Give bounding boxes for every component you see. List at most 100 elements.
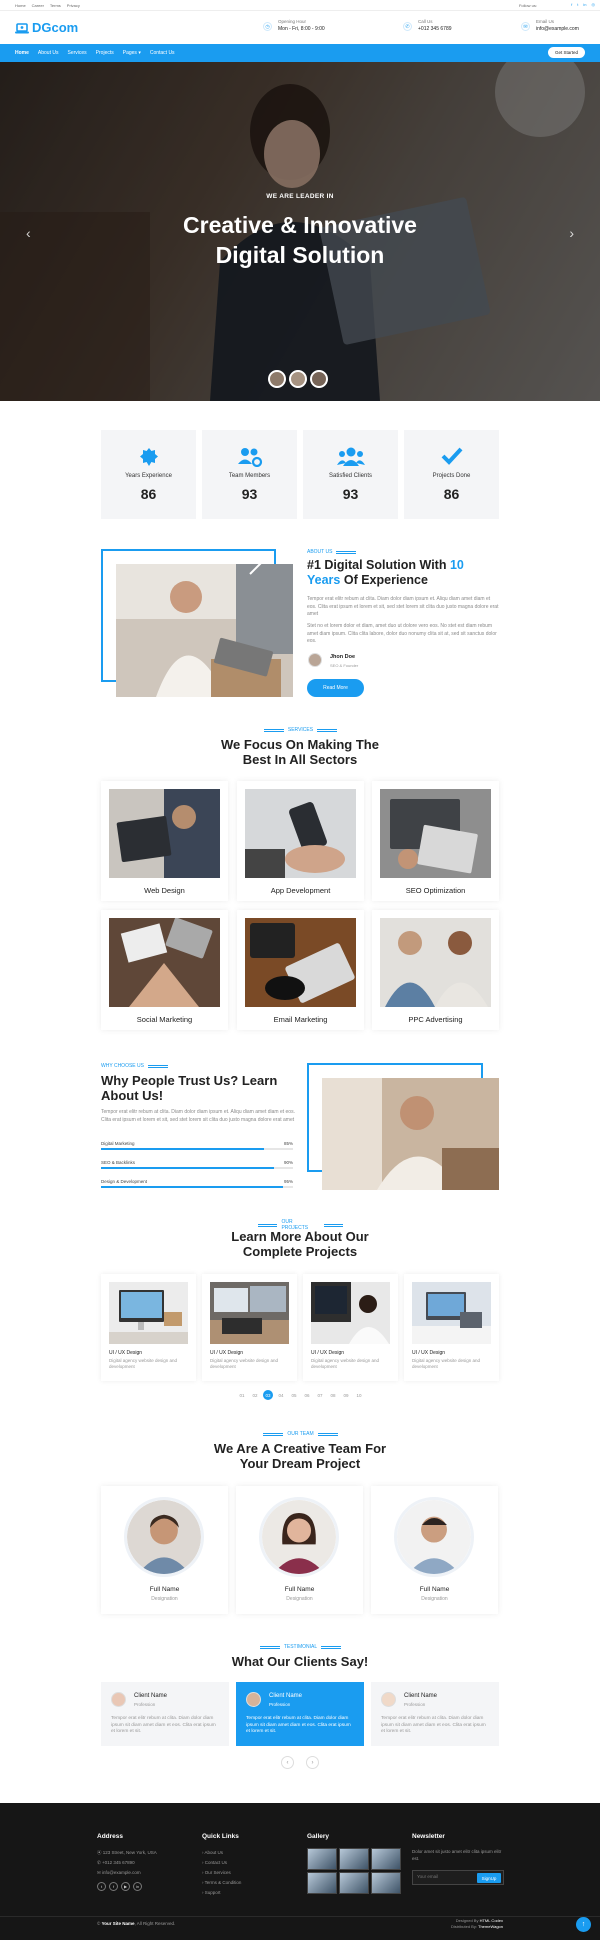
- page-button[interactable]: 08: [328, 1390, 338, 1400]
- top-link-terms[interactable]: Terms: [50, 3, 61, 8]
- nav-services[interactable]: Services: [67, 50, 86, 56]
- about-tag: ABOUT US: [307, 549, 357, 555]
- stat-card: Team Members 93: [202, 430, 297, 519]
- bar-label: Digital Marketing: [101, 1141, 135, 1146]
- team-card[interactable]: Full Name Designation: [371, 1486, 498, 1614]
- service-card[interactable]: Web Design: [101, 781, 228, 901]
- logo[interactable]: DGcom: [15, 20, 78, 35]
- gallery-thumb[interactable]: [371, 1872, 401, 1894]
- get-started-button[interactable]: Get Started: [547, 47, 585, 58]
- chevron-right-icon[interactable]: ›: [306, 1756, 319, 1769]
- footer-link[interactable]: › Support: [202, 1888, 241, 1898]
- project-card[interactable]: UI / UX Design Digital agency website de…: [404, 1274, 499, 1381]
- youtube-icon[interactable]: ▶: [121, 1882, 130, 1891]
- footer-link[interactable]: › Terms & Condition: [202, 1878, 241, 1888]
- footer-link[interactable]: › Our Services: [202, 1868, 241, 1878]
- progress-bar: SEO & Backlinks 90%: [101, 1160, 293, 1169]
- bar-value: 95%: [283, 1179, 293, 1184]
- carousel-thumb-1[interactable]: [268, 370, 286, 388]
- project-title: UI / UX Design: [311, 1350, 345, 1356]
- client-name: Client Name: [404, 1693, 438, 1699]
- phone-value[interactable]: +012 345 6789: [418, 26, 452, 32]
- nav-pages[interactable]: Pages ▾: [123, 50, 141, 56]
- site-name-link[interactable]: Your Site Name: [102, 1921, 135, 1926]
- nav-about[interactable]: About Us: [38, 50, 59, 56]
- page-button[interactable]: 02: [250, 1390, 260, 1400]
- service-card[interactable]: SEO Optimization: [372, 781, 499, 901]
- gallery-thumb[interactable]: [371, 1848, 401, 1870]
- facebook-icon[interactable]: f: [109, 1882, 118, 1891]
- client-avatar: [111, 1692, 126, 1707]
- signup-button[interactable]: SignUp: [477, 1873, 501, 1883]
- why-title-l2: About Us!: [101, 1088, 164, 1103]
- footer-link-text: Our Services: [204, 1870, 231, 1875]
- team-photo: [394, 1497, 474, 1577]
- team-photo: [259, 1497, 339, 1577]
- footer-link[interactable]: › About Us: [202, 1848, 241, 1858]
- instagram-icon[interactable]: ◎: [592, 2, 596, 7]
- page-button[interactable]: 09: [341, 1390, 351, 1400]
- footer-divider: [0, 1916, 600, 1917]
- gallery-thumb[interactable]: [307, 1872, 337, 1894]
- newsletter-email-input[interactable]: [417, 1874, 472, 1879]
- hero-subtitle: WE ARE LEADER IN: [266, 193, 334, 200]
- call-us: ✆ Call Us +012 345 6789: [403, 19, 452, 32]
- page-button-active[interactable]: 03: [263, 1390, 273, 1400]
- page-button[interactable]: 10: [354, 1390, 364, 1400]
- twitter-icon[interactable]: t: [577, 2, 578, 7]
- footer-gallery: Gallery: [307, 1833, 401, 1894]
- chevron-left-icon[interactable]: ‹: [26, 225, 31, 241]
- page-button[interactable]: 05: [289, 1390, 299, 1400]
- chevron-right-icon[interactable]: ›: [569, 225, 574, 241]
- team-card[interactable]: Full Name Designation: [236, 1486, 363, 1614]
- service-card[interactable]: Social Marketing: [101, 910, 228, 1030]
- project-card[interactable]: UI / UX Design Digital agency website de…: [202, 1274, 297, 1381]
- stat-value: 93: [241, 486, 258, 502]
- testimonial-card-active: Client Name Profession Tempor erat elitr…: [236, 1682, 364, 1746]
- about-tag-text: ABOUT US: [307, 549, 333, 555]
- service-card[interactable]: PPC Advertising: [372, 910, 499, 1030]
- gallery-thumb[interactable]: [339, 1848, 369, 1870]
- footer-newsletter: Newsletter Dolor amet sit justo amet eli…: [412, 1833, 507, 1885]
- stat-value: 93: [342, 486, 359, 502]
- facebook-icon[interactable]: f: [571, 2, 572, 7]
- page-button[interactable]: 06: [302, 1390, 312, 1400]
- service-image: [109, 918, 220, 1007]
- project-card[interactable]: UI / UX Design Digital agency website de…: [303, 1274, 398, 1381]
- nav-contact[interactable]: Contact Us: [150, 50, 175, 56]
- linkedin-icon[interactable]: in: [583, 2, 586, 7]
- gallery-thumb[interactable]: [307, 1848, 337, 1870]
- projects-title-l2: Complete Projects: [242, 1244, 358, 1259]
- linkedin-icon[interactable]: in: [133, 1882, 142, 1891]
- footer-link[interactable]: › Contact Us: [202, 1858, 241, 1868]
- project-card[interactable]: UI / UX Design Digital agency website de…: [101, 1274, 196, 1381]
- gallery-thumb[interactable]: [339, 1872, 369, 1894]
- team-card[interactable]: Full Name Designation: [101, 1486, 228, 1614]
- page-button[interactable]: 04: [276, 1390, 286, 1400]
- chevron-left-icon[interactable]: ‹: [281, 1756, 294, 1769]
- page-button[interactable]: 01: [237, 1390, 247, 1400]
- top-link-career[interactable]: Career: [32, 3, 44, 8]
- top-link-home[interactable]: Home: [15, 3, 26, 8]
- top-link-privacy[interactable]: Privacy: [67, 3, 80, 8]
- carousel-thumb-3[interactable]: [310, 370, 328, 388]
- opening-hours: ◷ Opening Hour Mon - Fri, 8:00 - 9:00: [263, 19, 325, 32]
- carousel-thumb-2[interactable]: [289, 370, 307, 388]
- designer-link[interactable]: HTML Codex: [480, 1918, 503, 1923]
- service-card[interactable]: App Development: [237, 781, 364, 901]
- phone-icon: ✆: [403, 22, 412, 31]
- back-to-top-button[interactable]: ↑: [576, 1917, 591, 1932]
- distributor-link[interactable]: ThemeWagon: [478, 1924, 503, 1929]
- hero-title-line-1: Creative & Innovative: [183, 212, 417, 238]
- read-more-button[interactable]: Read More: [307, 679, 364, 697]
- nav-projects[interactable]: Projects: [96, 50, 114, 56]
- service-card[interactable]: Email Marketing: [237, 910, 364, 1030]
- project-desc: Digital agency website design and develo…: [210, 1358, 279, 1369]
- twitter-icon[interactable]: t: [97, 1882, 106, 1891]
- stat-label: Satisfied Clients: [328, 473, 373, 479]
- footer-address-line: ⦿ 123 Street, New York, USA: [97, 1848, 157, 1858]
- team-name: Full Name: [419, 1586, 450, 1593]
- page-button[interactable]: 07: [315, 1390, 325, 1400]
- email-value[interactable]: info@example.com: [536, 26, 579, 32]
- nav-home[interactable]: Home: [15, 50, 29, 56]
